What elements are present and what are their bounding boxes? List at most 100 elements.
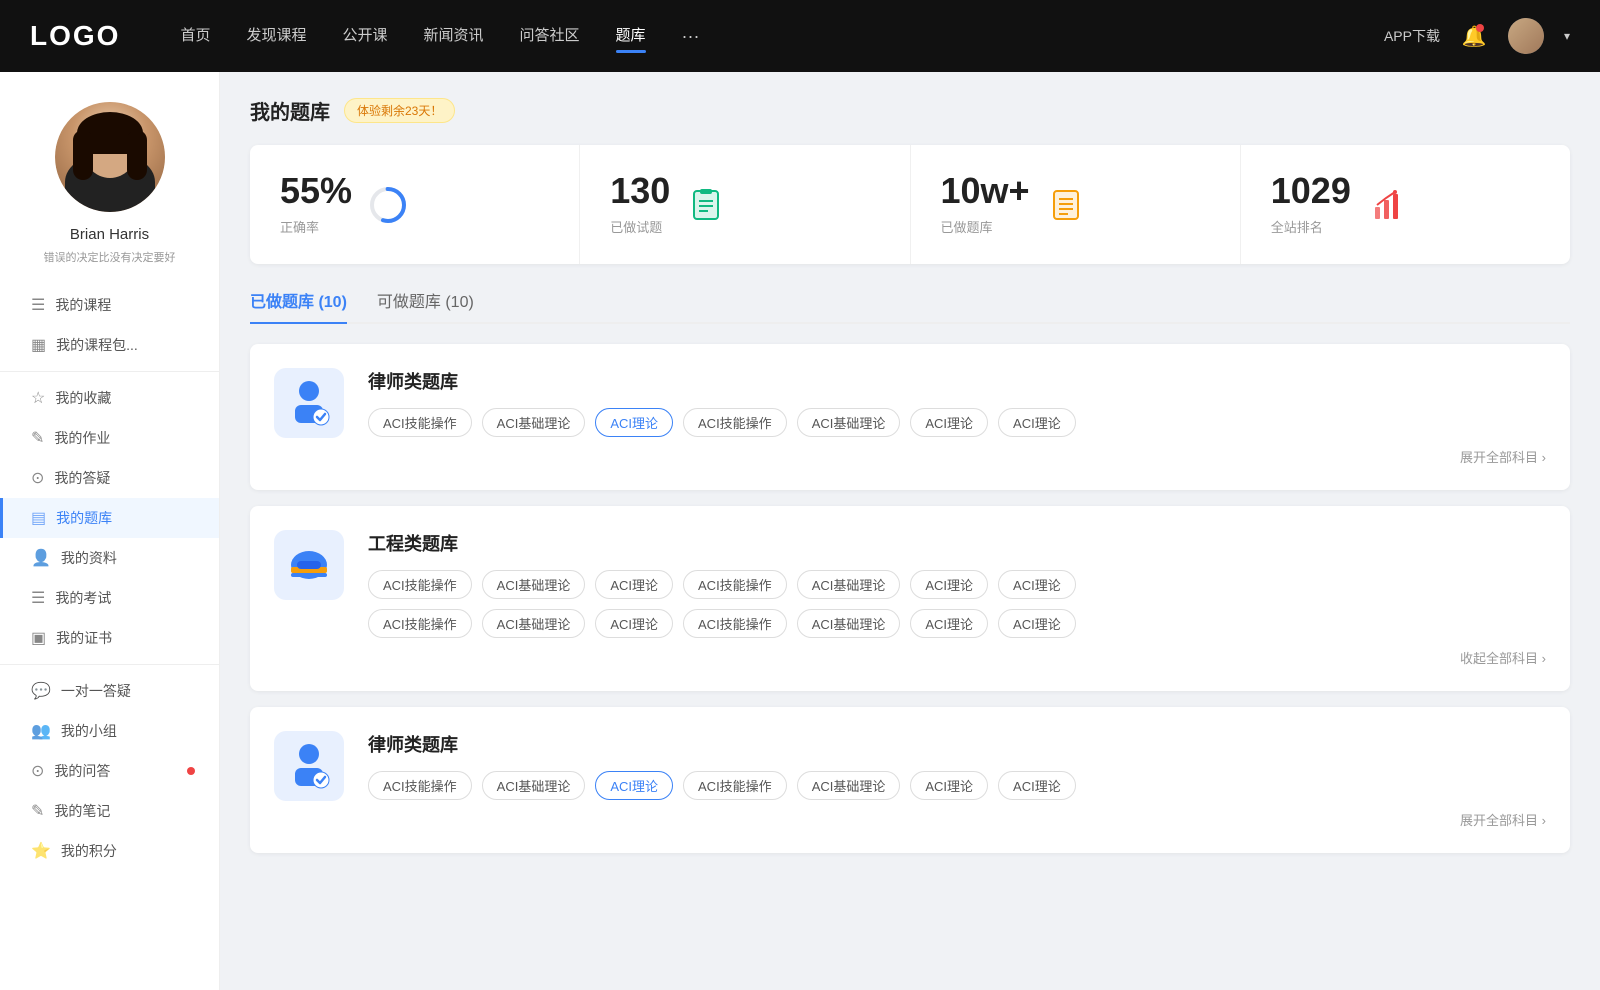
stat-rank-icon — [1367, 185, 1407, 225]
eng-tag-5[interactable]: ACI基础理论 — [797, 570, 901, 599]
sidebar-item-notes[interactable]: ✎ 我的笔记 — [0, 791, 219, 831]
nav-avatar[interactable] — [1508, 18, 1544, 54]
cert-icon: ▣ — [31, 628, 46, 648]
tag-2[interactable]: ACI基础理论 — [482, 408, 586, 437]
sidebar-item-cert[interactable]: ▣ 我的证书 — [0, 618, 219, 658]
eng-tag-6[interactable]: ACI理论 — [910, 570, 988, 599]
eng-tag-7[interactable]: ACI理论 — [998, 570, 1076, 599]
user-avatar — [55, 102, 165, 212]
engineer-card-icon — [274, 530, 344, 600]
bank-card-lawyer-1: 律师类题库 ACI技能操作 ACI基础理论 ACI理论 ACI技能操作 ACI基… — [250, 344, 1570, 490]
collapse-link[interactable]: 收起全部科目 › — [368, 648, 1546, 667]
sidebar-item-bank[interactable]: ▤ 我的题库 — [0, 498, 219, 538]
stat-banks: 10w+ 已做题库 — [911, 145, 1241, 264]
law2-tag-7[interactable]: ACI理论 — [998, 771, 1076, 800]
eng-tag-3[interactable]: ACI理论 — [595, 570, 673, 599]
stat-rank-text: 1029 全站排名 — [1271, 173, 1351, 236]
stat-questions-label: 已做试题 — [610, 217, 670, 236]
law2-tag-6[interactable]: ACI理论 — [910, 771, 988, 800]
stat-banks-text: 10w+ 已做题库 — [941, 173, 1030, 236]
stat-accuracy: 55% 正确率 — [250, 145, 580, 264]
sidebar-item-group[interactable]: 👥 我的小组 — [0, 711, 219, 751]
sidebar-item-profile[interactable]: 👤 我的资料 — [0, 538, 219, 578]
bank-card-engineer: 工程类题库 ACI技能操作 ACI基础理论 ACI理论 ACI技能操作 ACI基… — [250, 506, 1570, 691]
eng-tag-12[interactable]: ACI基础理论 — [797, 609, 901, 638]
tutor-icon: 💬 — [31, 681, 51, 701]
engineer-card-content: 工程类题库 ACI技能操作 ACI基础理论 ACI理论 ACI技能操作 ACI基… — [368, 530, 1546, 667]
sidebar-label-cert: 我的证书 — [56, 628, 112, 648]
sidebar-label-questions: 我的答疑 — [54, 468, 110, 488]
sidebar-item-homework[interactable]: ✎ 我的作业 — [0, 418, 219, 458]
pie-chart — [368, 185, 408, 225]
nav-app-download[interactable]: APP下载 — [1384, 26, 1440, 46]
stat-rank: 1029 全站排名 — [1241, 145, 1570, 264]
nav-link-home[interactable]: 首页 — [180, 24, 210, 49]
nav-link-open[interactable]: 公开课 — [342, 24, 387, 49]
law2-tag-4[interactable]: ACI技能操作 — [683, 771, 787, 800]
sidebar-item-points[interactable]: ⭐ 我的积分 — [0, 831, 219, 871]
sidebar-item-tutor[interactable]: 💬 一对一答疑 — [0, 671, 219, 711]
list-icon — [1048, 187, 1084, 223]
eng-tag-2[interactable]: ACI基础理论 — [482, 570, 586, 599]
law2-tag-5[interactable]: ACI基础理论 — [797, 771, 901, 800]
nav-link-qa[interactable]: 问答社区 — [520, 24, 580, 49]
sidebar-item-courses[interactable]: ☰ 我的课程 — [0, 285, 219, 325]
eng-tag-14[interactable]: ACI理论 — [998, 609, 1076, 638]
stat-banks-label: 已做题库 — [941, 217, 1030, 236]
question-icon: ⊙ — [31, 468, 44, 488]
expand-link-1[interactable]: 展开全部科目 › — [368, 447, 1546, 466]
sidebar-item-questions[interactable]: ⊙ 我的答疑 — [0, 458, 219, 498]
tag-6[interactable]: ACI理论 — [910, 408, 988, 437]
stat-questions-value: 130 — [610, 173, 670, 209]
bank-card-lawyer-2: 律师类题库 ACI技能操作 ACI基础理论 ACI理论 ACI技能操作 ACI基… — [250, 707, 1570, 853]
tag-5[interactable]: ACI基础理论 — [797, 408, 901, 437]
nav-link-news[interactable]: 新闻资讯 — [424, 24, 484, 49]
nav-link-bank[interactable]: 题库 — [616, 24, 646, 49]
stat-banks-value: 10w+ — [941, 173, 1030, 209]
law2-tag-3[interactable]: ACI理论 — [595, 771, 673, 800]
stat-questions-icon — [686, 185, 726, 225]
group-icon: 👥 — [31, 721, 51, 741]
eng-tag-9[interactable]: ACI基础理论 — [482, 609, 586, 638]
tab-done[interactable]: 已做题库 (10) — [250, 288, 347, 324]
sidebar-item-myqa[interactable]: ⊙ 我的问答 — [0, 751, 219, 791]
eng-tag-8[interactable]: ACI技能操作 — [368, 609, 472, 638]
course-icon: ☰ — [31, 295, 45, 315]
eng-tag-4[interactable]: ACI技能操作 — [683, 570, 787, 599]
stat-rank-label: 全站排名 — [1271, 217, 1351, 236]
avatar-image — [1508, 18, 1544, 54]
nav-more[interactable]: ··· — [682, 26, 700, 47]
stat-banks-icon — [1046, 185, 1086, 225]
sidebar-item-exam[interactable]: ☰ 我的考试 — [0, 578, 219, 618]
stat-accuracy-text: 55% 正确率 — [280, 173, 352, 236]
tab-available[interactable]: 可做题库 (10) — [377, 288, 474, 324]
sidebar-item-favorites[interactable]: ☆ 我的收藏 — [0, 378, 219, 418]
eng-tag-10[interactable]: ACI理论 — [595, 609, 673, 638]
eng-tag-13[interactable]: ACI理论 — [910, 609, 988, 638]
expand-link-2[interactable]: 展开全部科目 › — [368, 810, 1546, 829]
clipboard-icon — [688, 187, 724, 223]
law2-tag-2[interactable]: ACI基础理论 — [482, 771, 586, 800]
tag-4[interactable]: ACI技能操作 — [683, 408, 787, 437]
star-icon: ☆ — [31, 388, 45, 408]
law2-tag-1[interactable]: ACI技能操作 — [368, 771, 472, 800]
stat-questions-text: 130 已做试题 — [610, 173, 670, 236]
tag-3[interactable]: ACI理论 — [595, 408, 673, 437]
nav-link-discover[interactable]: 发现课程 — [246, 24, 306, 49]
tabs-row: 已做题库 (10) 可做题库 (10) — [250, 288, 1570, 324]
nav-chevron-icon[interactable]: ▾ — [1564, 29, 1570, 43]
nav-bell[interactable]: 🔔 — [1460, 22, 1488, 50]
lawyer-tags-row-1: ACI技能操作 ACI基础理论 ACI理论 ACI技能操作 ACI基础理论 AC… — [368, 408, 1546, 437]
sidebar-label-myqa: 我的问答 — [54, 761, 110, 781]
eng-tag-1[interactable]: ACI技能操作 — [368, 570, 472, 599]
tag-7[interactable]: ACI理论 — [998, 408, 1076, 437]
sidebar-item-package[interactable]: ▦ 我的课程包... — [0, 325, 219, 365]
eng-tag-11[interactable]: ACI技能操作 — [683, 609, 787, 638]
homework-icon: ✎ — [31, 428, 44, 448]
myqa-badge — [187, 767, 195, 775]
sidebar-label-exam: 我的考试 — [55, 588, 111, 608]
tag-1[interactable]: ACI技能操作 — [368, 408, 472, 437]
sidebar-label-package: 我的课程包... — [56, 335, 138, 355]
sidebar-label-tutor: 一对一答疑 — [61, 681, 131, 701]
engineer-icon — [281, 537, 337, 593]
